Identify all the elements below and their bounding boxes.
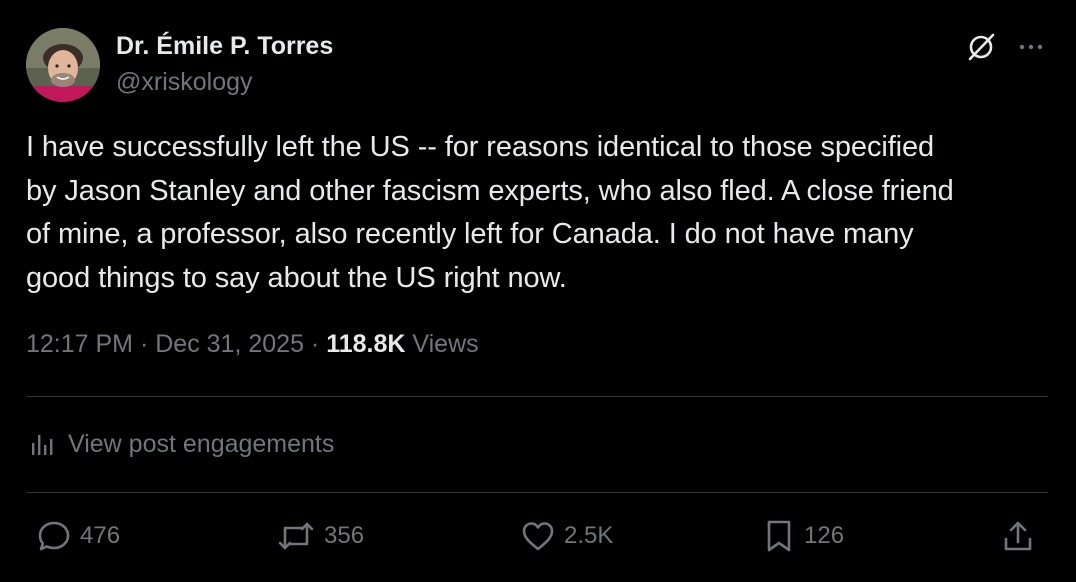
share-button[interactable]	[1000, 516, 1036, 556]
avatar[interactable]	[26, 28, 100, 102]
author-handle[interactable]: @xriskology	[116, 68, 253, 97]
views-count: 118.8K	[326, 330, 406, 358]
repost-count: 356	[324, 522, 365, 549]
bookmark-button[interactable]: 126	[762, 516, 844, 556]
meta-separator: ·	[310, 330, 320, 358]
analytics-icon	[32, 435, 53, 455]
heart-icon	[522, 522, 554, 551]
post-date[interactable]: Dec 31, 2025	[155, 330, 304, 358]
repost-button[interactable]: 356	[276, 516, 364, 556]
divider	[26, 492, 1048, 493]
author-display-name[interactable]: Dr. Émile P. Torres	[116, 32, 333, 61]
divider	[26, 396, 1048, 397]
more-icon[interactable]	[1014, 30, 1048, 64]
repost-icon	[278, 522, 314, 550]
share-icon	[1004, 521, 1032, 551]
view-engagements-button[interactable]: View post engagements	[30, 426, 334, 462]
like-button[interactable]: 2.5K	[520, 516, 613, 556]
reply-button[interactable]: 476	[36, 516, 120, 556]
avatar-image	[26, 28, 100, 102]
bookmark-icon	[767, 520, 791, 552]
like-count: 2.5K	[564, 522, 614, 549]
views-label: Views	[412, 330, 479, 358]
view-engagements-label: View post engagements	[68, 429, 335, 458]
post-meta: 12:17 PM · Dec 31, 2025 · 118.8K Views	[26, 330, 479, 359]
reply-count: 476	[80, 522, 121, 549]
post-text: I have successfully left the US -- for r…	[26, 131, 954, 294]
post-card: Dr. Émile P. Torres @xriskology I have s…	[0, 0, 1076, 582]
reply-icon	[38, 521, 70, 551]
bookmark-count: 126	[804, 522, 845, 549]
grok-icon[interactable]	[964, 30, 998, 64]
post-time[interactable]: 12:17 PM	[26, 330, 133, 358]
meta-separator: ·	[139, 330, 149, 358]
